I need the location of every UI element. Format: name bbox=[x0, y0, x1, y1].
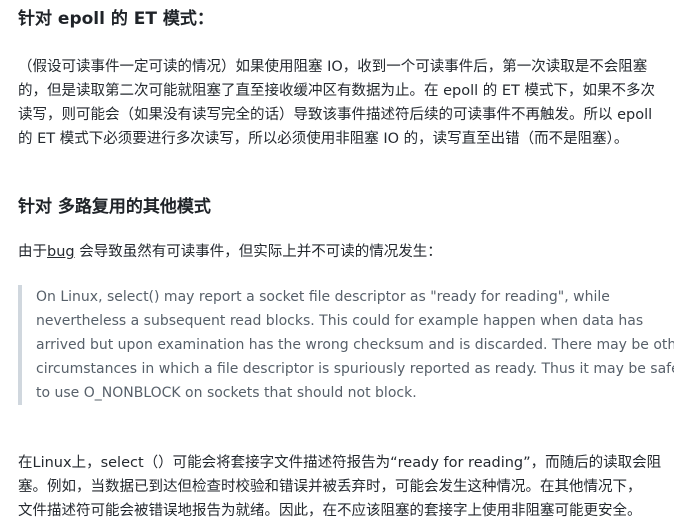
bug-intro-suffix: 会导致虽然有可读事件，但实际上并不可读的情况发生： bbox=[74, 244, 442, 260]
manpage-blockquote: On Linux, select() may report a socket f… bbox=[18, 285, 674, 405]
quote-line: circumstances in which a file descriptor… bbox=[36, 361, 674, 377]
paragraph-line: 的，但是读取第二次可能就阻塞了直至接收缓冲区有数据为止。在 epoll 的 ET… bbox=[18, 83, 656, 99]
translation-line: 文件描述符可能会被错误地报告为就绪。因此，在不应该阻塞的套接字上使用非阻塞可能更… bbox=[18, 503, 642, 519]
epoll-et-paragraph: （假设可读事件一定可读的情况）如果使用阻塞 IO，收到一个可读事件后，第一次读取… bbox=[18, 55, 670, 151]
section-heading-multiplexing: 针对 多路复用的其他模式 bbox=[18, 197, 211, 217]
document-page: 针对 epoll 的 ET 模式： （假设可读事件一定可读的情况）如果使用阻塞 … bbox=[0, 0, 674, 530]
paragraph-line: 的 ET 模式下必须要进行多次读写，所以必须使用非阻塞 IO 的，读写直至出错（… bbox=[18, 131, 629, 147]
translation-paragraph: 在Linux上，select（）可能会将套接字文件描述符报告为“ready fo… bbox=[18, 451, 670, 523]
paragraph-line: （假设可读事件一定可读的情况）如果使用阻塞 IO，收到一个可读事件后，第一次读取… bbox=[18, 59, 648, 75]
bug-intro-prefix: 由于 bbox=[18, 244, 47, 260]
translation-line: 在Linux上，select（）可能会将套接字文件描述符报告为“ready fo… bbox=[18, 455, 662, 471]
bug-link[interactable]: bug bbox=[47, 244, 75, 260]
paragraph-line: 读写，则可能会（如果没有读写完全的话）导致该事件描述符后续的可读事件不再触发。所… bbox=[18, 107, 653, 123]
bug-intro-paragraph: 由于bug 会导致虽然有可读事件，但实际上并不可读的情况发生： bbox=[18, 240, 670, 264]
quote-line: nevertheless a subsequent read blocks. T… bbox=[36, 313, 644, 329]
quote-line: On Linux, select() may report a socket f… bbox=[36, 289, 610, 305]
quote-line: arrived but upon examination has the wro… bbox=[36, 337, 674, 353]
quote-line: to use O_NONBLOCK on sockets that should… bbox=[36, 385, 417, 401]
translation-line: 塞。例如，当数据已到达但检查时校验和错误并被丢弃时，可能会发生这种情况。在其他情… bbox=[18, 479, 642, 495]
section-heading-epoll-et: 针对 epoll 的 ET 模式： bbox=[18, 9, 214, 29]
bug-intro-line: 由于bug 会导致虽然有可读事件，但实际上并不可读的情况发生： bbox=[18, 240, 670, 264]
